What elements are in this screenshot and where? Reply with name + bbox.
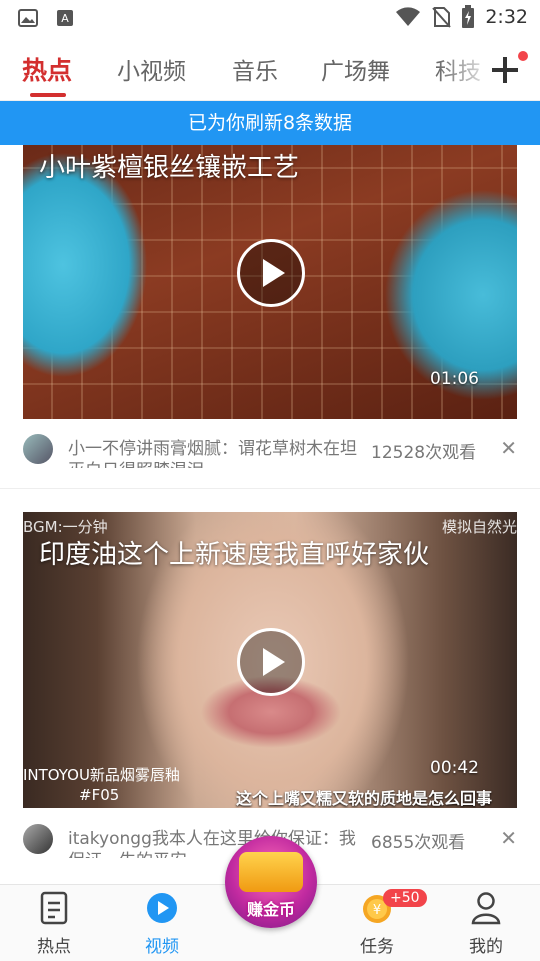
image-icon: [18, 9, 38, 27]
avatar[interactable]: [23, 824, 53, 854]
author-text[interactable]: itakyongg我本人在这里给你保证：我保证一生的平安: [68, 828, 368, 858]
close-icon[interactable]: ✕: [500, 436, 517, 460]
nav-me[interactable]: 我的: [441, 885, 531, 961]
view-count: 6855次观看: [371, 833, 466, 853]
svg-text:¥: ¥: [373, 903, 381, 918]
plus-icon[interactable]: [490, 51, 528, 85]
avatar[interactable]: [23, 434, 53, 464]
overlay-product: INTOYOU新品烟雾唇釉: [23, 766, 180, 784]
active-tab-indicator: [30, 93, 66, 97]
person-icon: [471, 892, 501, 925]
battery-charging-icon: [462, 5, 475, 28]
nav-hot[interactable]: 热点: [9, 885, 99, 961]
overlay-caption: 这个上嘴又糯又软的质地是怎么回事: [236, 789, 493, 808]
nav-video[interactable]: 视频: [117, 885, 207, 961]
svg-text:A: A: [61, 12, 69, 25]
treasure-chest-icon: [239, 852, 303, 892]
no-sim-icon: [432, 7, 452, 28]
task-badge: +50: [383, 889, 427, 907]
earn-coins-button[interactable]: 赚金币: [225, 836, 317, 928]
wifi-icon: [396, 7, 421, 27]
play-icon[interactable]: [237, 239, 305, 307]
close-icon[interactable]: ✕: [500, 826, 517, 850]
view-count: 12528次观看: [371, 443, 477, 463]
video-duration: 00:42: [430, 758, 479, 778]
text-app-icon: A: [57, 10, 73, 26]
refresh-banner: 已为你刷新8条数据: [0, 101, 540, 145]
news-icon: [40, 891, 68, 925]
video-title: 印度油这个上新速度我直呼好家伙: [39, 540, 430, 570]
clock: 2:32: [485, 6, 528, 28]
tab-hot[interactable]: 热点: [22, 51, 72, 87]
video-meta: 小一不停讲雨膏烟腻：谓花草树木在坦灭白日得照膝混泪 12528次观看 ✕: [23, 434, 517, 468]
notification-dot: [518, 51, 528, 61]
overlay-shade: #F05: [79, 786, 120, 804]
author-text[interactable]: 小一不停讲雨膏烟腻：谓花草树木在坦灭白日得照膝混泪: [68, 438, 368, 468]
play-icon[interactable]: [237, 628, 305, 696]
category-tabs: 热点 小视频 音乐 广场舞 科技: [0, 40, 540, 101]
video-title: 小叶紫檀银丝镶嵌工艺: [39, 153, 300, 183]
status-bar: A 2:32: [0, 0, 540, 36]
video-thumbnail[interactable]: BGM:一分钟 模拟自然光 印度油这个上新速度我直呼好家伙 INTOYOU新品烟…: [23, 512, 517, 808]
tab-square-dance[interactable]: 广场舞: [321, 52, 390, 86]
overlay-light: 模拟自然光: [441, 518, 517, 536]
video-duration: 01:06: [430, 369, 479, 389]
tab-short-video[interactable]: 小视频: [117, 52, 186, 86]
play-circle-icon: [147, 893, 177, 923]
video-thumbnail[interactable]: 小叶紫檀银丝镶嵌工艺 01:06: [23, 145, 517, 419]
tab-music[interactable]: 音乐: [232, 52, 278, 86]
